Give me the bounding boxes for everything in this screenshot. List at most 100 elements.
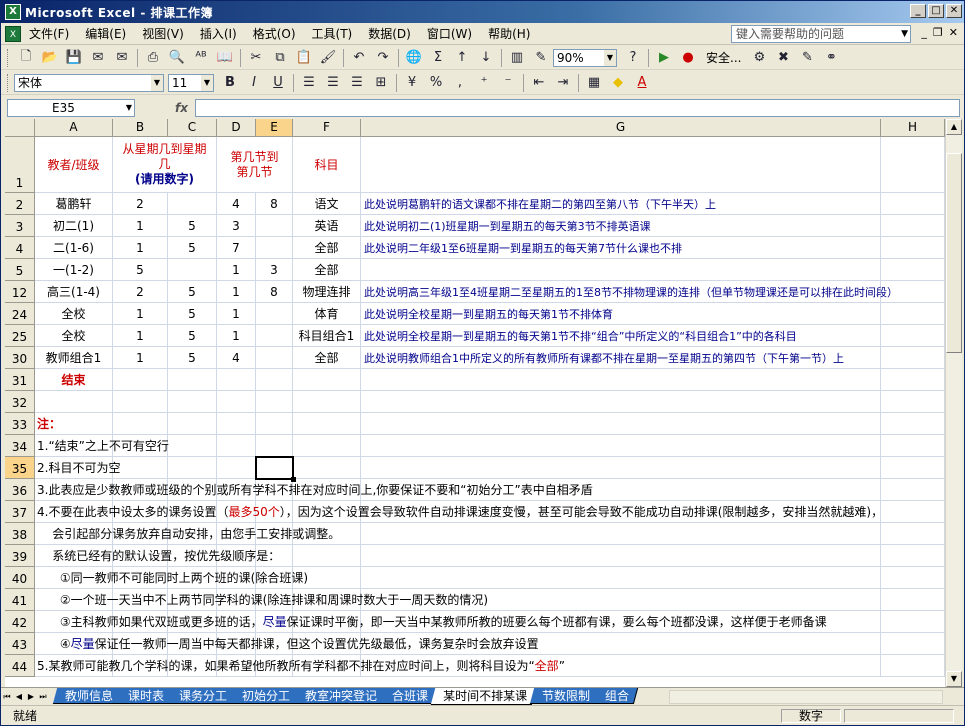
cell-g[interactable]: 此处说明全校星期一到星期五的每天第1节不排“组合”中所定义的“科目组合1”中的各… <box>361 325 881 347</box>
menu-edit[interactable]: 编辑(E) <box>77 24 134 44</box>
cell-a[interactable]: 高三(1-4) <box>35 281 113 303</box>
cut-icon[interactable]: ✂ <box>245 48 267 68</box>
first-sheet-icon[interactable]: ⏮ <box>1 692 13 702</box>
workbook-close-icon[interactable]: ✕ <box>949 26 958 39</box>
bold-icon[interactable]: B <box>219 73 241 93</box>
cell-f[interactable]: 物理连排 <box>293 281 361 303</box>
cell-h[interactable] <box>881 137 945 193</box>
research-icon[interactable]: 📖 <box>214 48 236 68</box>
row-header[interactable]: 12 <box>5 281 35 303</box>
note-row[interactable]: 系统已经有的默认设置，按优先级顺序是： <box>35 545 945 567</box>
comma-style-icon[interactable]: , <box>449 73 471 93</box>
note-row[interactable]: 4.不要在此表中设太多的课务设置（ 最多50个 ），因为这个设置会导致软件自动排课速… <box>35 501 945 523</box>
cell-h[interactable] <box>881 237 945 259</box>
print-preview-icon[interactable]: 🔍 <box>166 48 188 68</box>
cell-g[interactable]: 此处说明葛鹏轩的语文课都不排在星期二的第四至第八节（下午半天）上 <box>361 193 881 215</box>
note-row[interactable]: 注： <box>35 413 945 435</box>
cell-f[interactable] <box>293 391 361 413</box>
borders-icon[interactable]: ▦ <box>583 73 605 93</box>
cell-d[interactable]: 1 <box>217 325 256 347</box>
cell-c[interactable] <box>168 369 217 391</box>
menu-data[interactable]: 数据(D) <box>360 24 419 44</box>
chevron-down-icon[interactable]: ▼ <box>151 74 163 91</box>
cell-d[interactable] <box>217 369 256 391</box>
cell-g[interactable]: 此处说明高三年级1至4班星期二至星期五的1至8节不排物理课的连排（但单节物理课还… <box>361 281 898 303</box>
row-header[interactable]: 35 <box>5 457 35 479</box>
sheet-tab[interactable]: 课务分工 <box>166 688 237 704</box>
column-header-f[interactable]: F <box>293 119 361 137</box>
design-mode-icon[interactable]: ✎ <box>796 48 818 68</box>
workbook-minimize-icon[interactable]: _ <box>921 26 927 39</box>
cell-a[interactable]: 二(1-6) <box>35 237 113 259</box>
chevron-down-icon[interactable]: ▼ <box>604 49 616 66</box>
chart-wizard-icon[interactable]: ▥ <box>506 48 528 68</box>
cell-g[interactable] <box>361 259 881 281</box>
cell-e[interactable]: 8 <box>256 193 293 215</box>
cell-d[interactable]: 4 <box>217 347 256 369</box>
workbook-restore-icon[interactable]: ❐ <box>933 26 943 39</box>
maximize-button[interactable]: □ <box>928 4 944 18</box>
note-row[interactable]: ①同一教师不可能同时上两个班的课(除合班课) <box>35 567 945 589</box>
cell-e[interactable]: 3 <box>256 259 293 281</box>
permission-icon[interactable]: ✉ <box>87 48 109 68</box>
menu-insert[interactable]: 插入(I) <box>192 24 245 44</box>
cell-e[interactable] <box>256 303 293 325</box>
cell-h[interactable] <box>881 325 945 347</box>
horizontal-scrollbar[interactable] <box>669 690 943 704</box>
cell-a[interactable]: 教师组合1 <box>35 347 113 369</box>
minimize-button[interactable]: _ <box>910 4 926 18</box>
cell-b[interactable]: 1 <box>113 303 168 325</box>
cell-b[interactable] <box>113 369 168 391</box>
row-header[interactable]: 40 <box>5 567 35 589</box>
cell-a[interactable] <box>35 391 113 413</box>
font-name-select[interactable]: 宋体 ▼ <box>14 73 164 92</box>
cell-d[interactable]: 4 <box>217 193 256 215</box>
workbook-icon[interactable]: X <box>5 25 21 42</box>
cell-g[interactable] <box>361 137 881 193</box>
close-button[interactable]: ✕ <box>946 4 962 18</box>
paste-icon[interactable]: 📋 <box>293 48 315 68</box>
note-row[interactable]: 2.科目不可为空 <box>35 457 945 479</box>
note-row[interactable]: 3.此表应是少数教师或班级的个别或所有学科不排在对应时间上,你要保证不要和“初始… <box>35 479 945 501</box>
sheet-tab[interactable]: 节数限制 <box>529 688 600 704</box>
cell-b[interactable]: 5 <box>113 259 168 281</box>
note-row[interactable]: ②一个班一天当中不上两节同学科的课(除连排课和周课时数大于一周天数的情况) <box>35 589 945 611</box>
email-icon[interactable]: ✉ <box>111 48 133 68</box>
column-header-c[interactable]: C <box>168 119 217 137</box>
cell-a[interactable]: 结束 <box>35 369 113 391</box>
insert-function-icon[interactable]: fx <box>175 101 195 115</box>
run-icon[interactable]: ▶ <box>653 48 675 68</box>
italic-icon[interactable]: I <box>243 73 265 93</box>
row-header[interactable]: 37 <box>5 501 35 523</box>
cell-d[interactable] <box>217 391 256 413</box>
cell-h[interactable] <box>881 369 945 391</box>
cell-a[interactable]: 全校 <box>35 325 113 347</box>
active-cell-selection[interactable] <box>255 456 296 482</box>
column-header-e[interactable]: E <box>256 119 293 137</box>
cell-g[interactable]: 此处说明教师组合1中所定义的所有教师所有课都不排在星期一至星期五的第四节（下午第… <box>361 347 881 369</box>
cell-c[interactable] <box>168 193 217 215</box>
note-row[interactable]: ④ 尽量 保证任一教师一周当中每天都排课，但这个设置优先级最低，课务复杂时会放弃设置 <box>35 633 945 655</box>
cell-h[interactable] <box>881 259 945 281</box>
chevron-down-icon[interactable]: ▼ <box>901 26 908 42</box>
cell-c[interactable] <box>168 391 217 413</box>
cell-e[interactable] <box>256 391 293 413</box>
cell-f[interactable] <box>293 369 361 391</box>
scroll-up-icon[interactable]: ▲ <box>946 119 962 135</box>
cell-f[interactable]: 全部 <box>293 237 361 259</box>
align-right-icon[interactable]: ☰ <box>346 73 368 93</box>
note-row[interactable]: 5.某教师可能教几个学科的课，如果希望他所教所有学科都不排在对应时间上，则将科目… <box>35 655 945 677</box>
increase-indent-icon[interactable]: ⇥ <box>552 73 574 93</box>
sort-ascending-icon[interactable]: ↑ <box>451 48 473 68</box>
print-icon[interactable]: ⎙ <box>142 48 164 68</box>
percent-icon[interactable]: % <box>425 73 447 93</box>
cell-d[interactable]: 3 <box>217 215 256 237</box>
scroll-down-icon[interactable]: ▼ <box>946 671 962 687</box>
cell-a[interactable]: 初二(1) <box>35 215 113 237</box>
cell-e[interactable] <box>256 347 293 369</box>
prev-sheet-icon[interactable]: ◀ <box>13 692 25 701</box>
last-sheet-icon[interactable]: ⏭ <box>37 692 49 702</box>
name-box[interactable]: E35 ▼ <box>7 99 135 117</box>
drawing-icon[interactable]: ✎ <box>530 48 552 68</box>
control-toolbox-icon[interactable]: ⚭ <box>820 48 842 68</box>
